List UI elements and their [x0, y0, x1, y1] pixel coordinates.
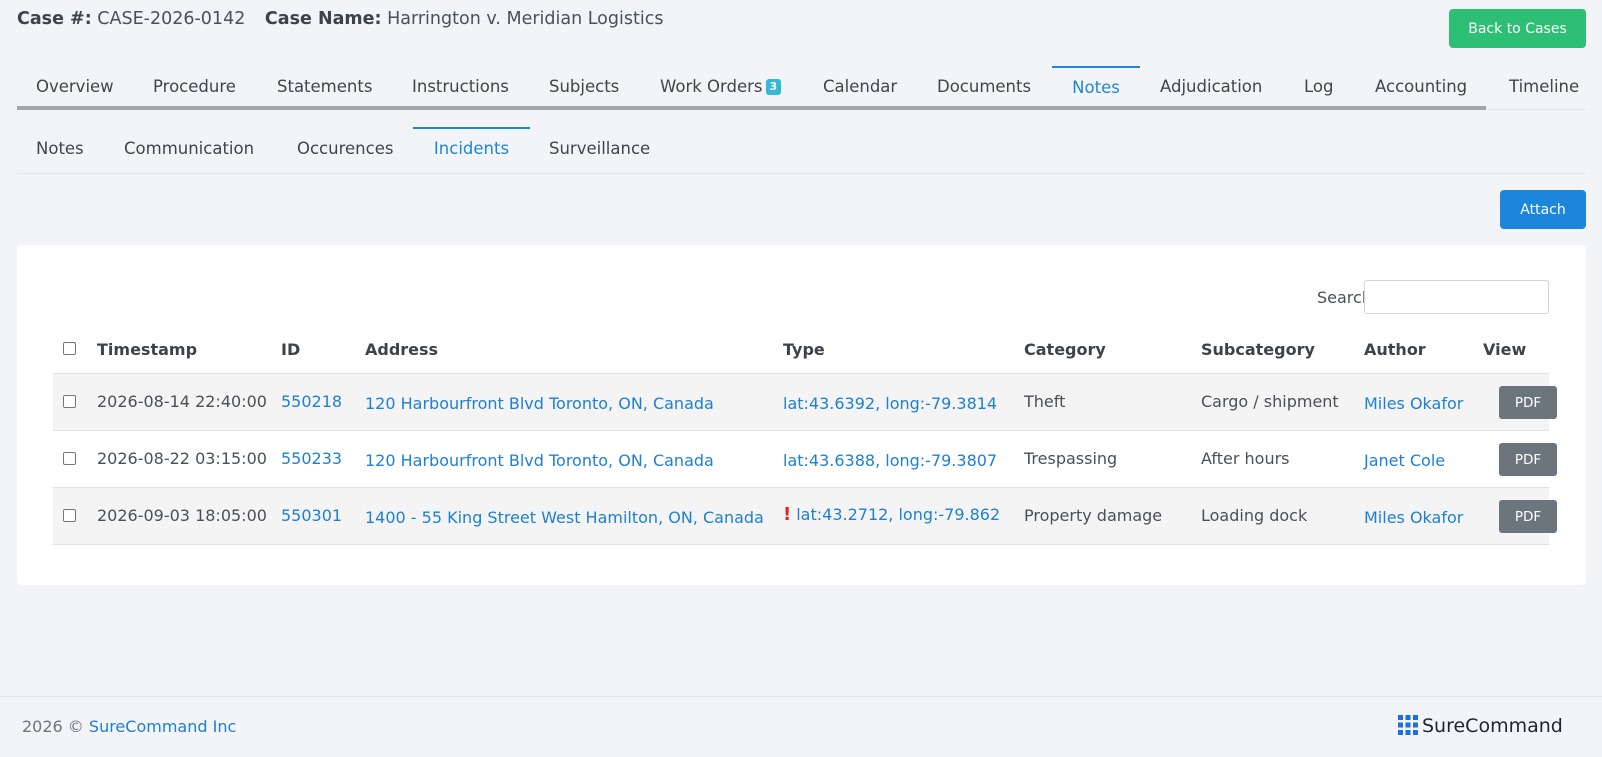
column-header-author[interactable]: Author — [1364, 340, 1426, 359]
tab-timeline[interactable]: Timeline — [1509, 66, 1579, 106]
cell-subcategory: Loading dock — [1201, 506, 1308, 525]
case-name: Harrington v. Meridian Logistics — [387, 9, 664, 29]
column-header-timestamp[interactable]: Timestamp — [97, 340, 197, 359]
cell-timestamp: 2026-09-03 18:05:00 — [97, 506, 267, 525]
subtab-notes[interactable]: Notes — [36, 129, 84, 175]
sub-tabs: Notes Communication Occurences Incidents… — [17, 127, 1586, 174]
tab-overview[interactable]: Overview — [36, 66, 114, 106]
tab-instructions[interactable]: Instructions — [412, 66, 509, 106]
row-checkbox[interactable] — [63, 509, 76, 522]
pdf-button[interactable]: PDF — [1499, 500, 1557, 533]
column-header-id[interactable]: ID — [281, 340, 300, 359]
tab-subjects[interactable]: Subjects — [549, 66, 619, 106]
attach-button[interactable]: Attach — [1500, 190, 1586, 229]
coordinates-link[interactable]: lat:43.6388, long:-79.3807 — [783, 451, 997, 470]
case-number: CASE-2026-0142 — [97, 9, 246, 29]
address-link[interactable]: 1400 - 55 King Street West Hamilton, ON,… — [365, 508, 764, 527]
footer: 2026 © SureCommand Inc SureCommand — [0, 696, 1602, 757]
tabs-scroll-indicator — [17, 106, 1486, 110]
column-header-view[interactable]: View — [1483, 340, 1526, 359]
tab-accounting[interactable]: Accounting — [1375, 66, 1467, 106]
cell-category: Property damage — [1024, 506, 1163, 525]
row-checkbox[interactable] — [63, 395, 76, 408]
subtab-incidents[interactable]: Incidents — [413, 127, 530, 173]
incident-id-link[interactable]: 550233 — [281, 449, 342, 468]
cell-subcategory: Cargo / shipment — [1201, 392, 1339, 411]
column-header-address[interactable]: Address — [365, 340, 438, 359]
subtab-surveillance[interactable]: Surveillance — [549, 129, 650, 175]
cell-timestamp: 2026-08-14 22:40:00 — [97, 392, 267, 411]
subtab-occurences[interactable]: Occurences — [297, 129, 393, 175]
pdf-button[interactable]: PDF — [1499, 443, 1557, 476]
company-link[interactable]: SureCommand Inc — [89, 717, 236, 736]
coordinates-link[interactable]: lat:43.6392, long:-79.3814 — [783, 394, 997, 413]
column-header-category[interactable]: Category — [1024, 340, 1106, 359]
coordinates-cell: ! lat:43.2712, long:-79.862 — [783, 504, 1000, 525]
select-all-checkbox[interactable] — [63, 342, 76, 355]
row-checkbox[interactable] — [63, 452, 76, 465]
tab-log[interactable]: Log — [1304, 66, 1333, 106]
tab-work-orders[interactable]: Work Orders 3 — [660, 66, 782, 106]
search-input[interactable] — [1364, 280, 1549, 314]
table-row: 2026-09-03 18:05:00 550301 1400 - 55 Kin… — [53, 488, 1557, 545]
incident-id-link[interactable]: 550218 — [281, 392, 342, 411]
address-link[interactable]: 120 Harbourfront Blvd Toronto, ON, Canad… — [365, 451, 714, 470]
table-row: 2026-08-22 03:15:00 550233 120 Harbourfr… — [53, 431, 1557, 488]
cell-category: Trespassing — [1024, 449, 1118, 468]
alert-icon: ! — [783, 504, 792, 525]
subtab-communication[interactable]: Communication — [124, 129, 254, 175]
copyright-year: 2026 © — [22, 717, 84, 736]
tab-adjudication[interactable]: Adjudication — [1160, 66, 1262, 106]
address-link[interactable]: 120 Harbourfront Blvd Toronto, ON, Canad… — [365, 394, 714, 413]
cell-category: Theft — [1024, 392, 1066, 411]
brand-name: SureCommand — [1422, 715, 1563, 737]
column-header-subcategory[interactable]: Subcategory — [1201, 340, 1315, 359]
author-link[interactable]: Miles Okafor — [1364, 508, 1463, 527]
cell-timestamp: 2026-08-22 03:15:00 — [97, 449, 267, 468]
tab-calendar[interactable]: Calendar — [823, 66, 897, 106]
tab-procedure[interactable]: Procedure — [153, 66, 236, 106]
table-row: 2026-08-14 22:40:00 550218 120 Harbourfr… — [53, 374, 1557, 431]
coordinates-link[interactable]: lat:43.2712, long:-79.862 — [796, 505, 1000, 524]
copyright: 2026 © SureCommand Inc — [22, 717, 236, 736]
work-orders-count-badge: 3 — [765, 79, 782, 95]
case-number-label: Case #: — [17, 9, 92, 29]
pdf-button[interactable]: PDF — [1499, 386, 1557, 419]
case-name-label: Case Name: — [264, 9, 382, 29]
tab-work-orders-label: Work Orders — [660, 77, 763, 96]
tab-documents[interactable]: Documents — [937, 66, 1031, 106]
column-header-type[interactable]: Type — [783, 340, 825, 359]
grid-logo-icon — [1398, 715, 1418, 735]
author-link[interactable]: Miles Okafor — [1364, 394, 1463, 413]
tab-notes[interactable]: Notes — [1052, 66, 1140, 106]
incident-id-link[interactable]: 550301 — [281, 506, 342, 525]
brand-logo: SureCommand — [1398, 715, 1563, 737]
main-tabs: Overview Procedure Statements Instructio… — [17, 66, 1586, 110]
cell-subcategory: After hours — [1201, 449, 1290, 468]
tab-statements[interactable]: Statements — [277, 66, 372, 106]
back-to-cases-button[interactable]: Back to Cases — [1449, 9, 1586, 48]
incidents-card: Search: Timestamp ID Address Type Catego… — [17, 245, 1586, 585]
case-header: Case #: CASE-2026-0142 Case Name: Harrin… — [17, 9, 663, 29]
author-link[interactable]: Janet Cole — [1364, 451, 1445, 470]
